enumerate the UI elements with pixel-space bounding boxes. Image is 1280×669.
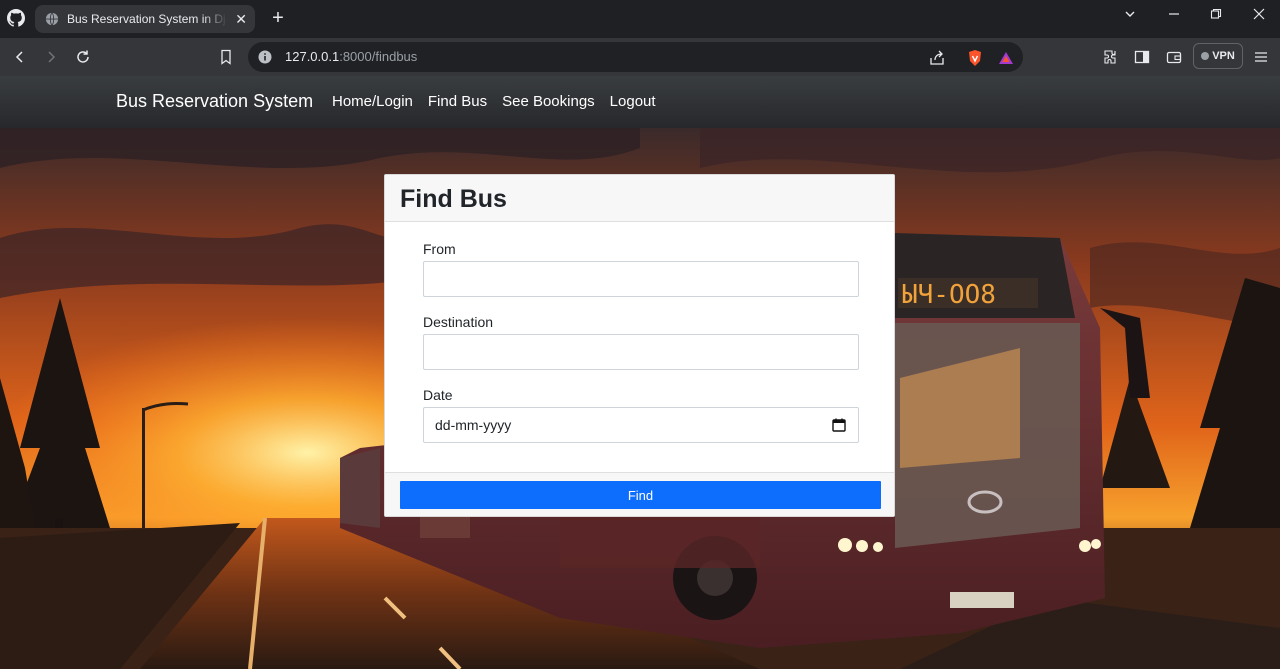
date-placeholder: dd-mm-yyyy — [435, 417, 512, 433]
minimize-icon[interactable] — [1160, 4, 1188, 24]
date-input[interactable]: dd-mm-yyyy — [423, 407, 859, 443]
reload-icon[interactable] — [72, 46, 94, 68]
date-label: Date — [423, 387, 453, 403]
browser-tab[interactable]: Bus Reservation System in Django ✕ — [35, 5, 255, 33]
svg-text:ЫЧ‑ОО8: ЫЧ‑ОО8 — [902, 280, 996, 310]
github-icon[interactable] — [4, 6, 28, 30]
restore-icon[interactable] — [1202, 4, 1230, 24]
browser-tab-bar: Bus Reservation System in Django ✕ + — [0, 0, 1280, 38]
find-button[interactable]: Find — [400, 481, 881, 509]
brave-rewards-icon[interactable] — [997, 49, 1015, 67]
from-field-group: From — [423, 241, 859, 297]
url-host: 127.0.0.1 — [285, 49, 340, 64]
close-window-icon[interactable] — [1245, 4, 1273, 24]
from-label: From — [423, 241, 456, 257]
forward-icon[interactable] — [40, 46, 62, 68]
tab-close-icon[interactable]: ✕ — [235, 11, 247, 27]
extensions-icon[interactable] — [1100, 46, 1122, 68]
from-input[interactable] — [423, 261, 859, 297]
nav-link-home-login[interactable]: Home/Login — [332, 93, 413, 110]
share-icon[interactable] — [928, 49, 946, 67]
destination-label: Destination — [423, 314, 494, 330]
back-icon[interactable] — [9, 46, 31, 68]
new-tab-button[interactable]: + — [268, 8, 288, 28]
calendar-icon[interactable] — [832, 418, 846, 432]
nav-link-logout[interactable]: Logout — [610, 93, 656, 110]
navbar-links: Home/Login Find Bus See Bookings Logout — [332, 93, 656, 110]
date-field-group: Date dd-mm-yyyy — [423, 387, 859, 443]
url-path: :8000/findbus — [339, 49, 418, 64]
find-bus-card: Find Bus From Destination Date dd-mm-yyy… — [384, 174, 895, 517]
nav-link-see-bookings[interactable]: See Bookings — [502, 93, 595, 110]
globe-icon — [45, 12, 59, 26]
destination-field-group: Destination — [423, 314, 859, 370]
page-title: Find Bus — [400, 185, 507, 213]
sidebar-icon[interactable] — [1131, 46, 1153, 68]
page-viewport: Bus Reservation System Home/Login Find B… — [0, 76, 1280, 669]
wallet-icon[interactable] — [1163, 46, 1185, 68]
vpn-label: VPN — [1212, 50, 1235, 62]
site-info-icon[interactable] — [258, 50, 272, 64]
tab-search-chevron-icon[interactable] — [1116, 4, 1144, 24]
vpn-status-icon — [1201, 52, 1210, 60]
address-bar[interactable]: 127.0.0.1:8000/findbus — [248, 42, 1023, 72]
menu-icon[interactable] — [1250, 46, 1272, 68]
tab-title: Bus Reservation System in Django — [67, 12, 227, 26]
site-navbar: Bus Reservation System Home/Login Find B… — [0, 76, 1280, 128]
nav-link-find-bus[interactable]: Find Bus — [428, 93, 487, 110]
vpn-button[interactable]: VPN — [1193, 43, 1243, 69]
url-text: 127.0.0.1:8000/findbus — [285, 49, 417, 64]
navbar-brand[interactable]: Bus Reservation System — [116, 91, 313, 112]
bookmark-icon[interactable] — [215, 46, 237, 68]
brave-shields-icon[interactable] — [966, 49, 984, 67]
find-bus-form: From Destination Date dd-mm-yyyy — [423, 241, 859, 460]
card-footer: Find — [385, 472, 894, 516]
browser-toolbar: 127.0.0.1:8000/findbus VPN — [0, 38, 1280, 76]
destination-input[interactable] — [423, 334, 859, 370]
card-header: Find Bus — [385, 175, 894, 222]
